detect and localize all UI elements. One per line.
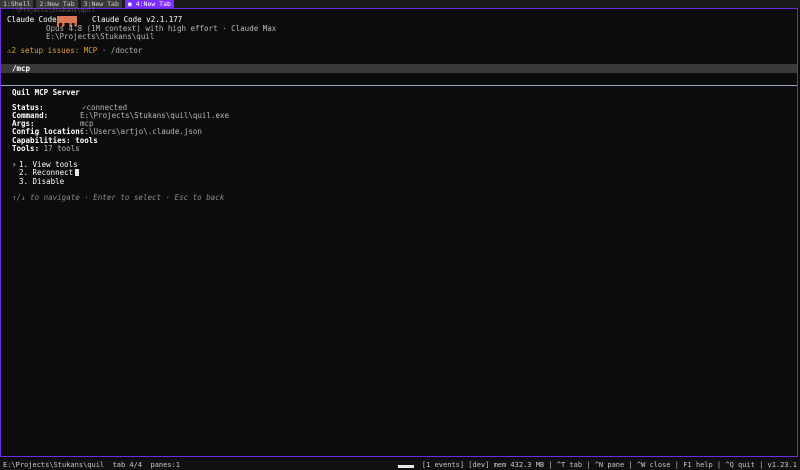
status-bar-left: E:\Projects\Stukans\quil tab 4/4 panes:1 [3,461,181,469]
tools-line: Tools: 17 tools [12,144,80,153]
menu-pointer-icon: › [12,160,17,169]
tab-bar: 1:Shell 2:New Tab 3:New Tab ● 4:New Tab [0,0,800,8]
warning-doctor-text: · /doctor [97,46,143,55]
setup-warning: ⚠2 setup issues: MCP · /doctor [7,46,143,56]
command-value: E:\Projects\Stukans\quil\quil.exe [80,111,230,120]
section-divider [1,85,797,86]
terminal-pane[interactable] [0,8,798,457]
text-cursor [75,169,80,176]
config-location-value: C:\Users\artjo\.claude.json [80,127,202,136]
scroll-indicator[interactable] [398,465,414,468]
status-bar-right: [1 events] [dev] mem 432.3 MB | ^T tab |… [421,461,797,469]
command-text: /mcp [12,64,31,73]
warning-text: ⚠2 setup issues: MCP [7,46,98,55]
server-title: Quil MCP Server [12,88,80,97]
claude-logo-icon [57,16,77,23]
command-input-bar[interactable] [1,64,797,73]
navigation-hint: ↑/↓ to navigate · Enter to select · Esc … [12,193,225,202]
tab-new-4[interactable]: ● 4:New Tab [124,0,174,8]
cwd-line: E:\Projects\Stukans\quil [46,32,155,41]
menu-item-disable[interactable]: 3. Disable [19,177,64,187]
